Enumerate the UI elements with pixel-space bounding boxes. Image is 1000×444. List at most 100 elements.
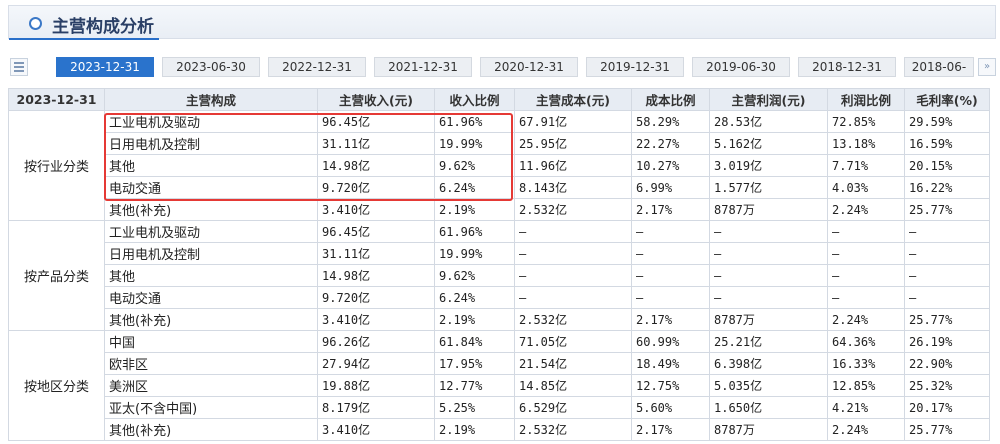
table-row: 亚太(不含中国) 8.179亿 5.25% 6.529亿 5.60% 1.650亿 4.21… [9, 396, 990, 419]
tab-period[interactable]: 2019-12-31 [586, 57, 684, 77]
value-cell: 8787万 [709, 198, 828, 221]
value-cell: 72.85% [827, 110, 905, 133]
value-cell: 19.88亿 [317, 374, 435, 397]
value-cell: 19.99% [434, 242, 515, 265]
title-underline [9, 38, 159, 40]
value-cell: — [904, 242, 990, 265]
value-cell: 16.33% [827, 352, 905, 375]
value-cell: 2.17% [631, 418, 710, 441]
value-cell: 5.162亿 [709, 132, 828, 155]
table-row: 其他(补充) 3.410亿 2.19% 2.532亿 2.17% 8787万 2.24% 25… [9, 308, 990, 331]
next-page-icon[interactable]: » [978, 58, 996, 76]
column-header: 主营构成 [104, 88, 318, 111]
composition-cell: 电动交通 [104, 176, 318, 199]
value-cell: 4.21% [827, 396, 905, 419]
column-header: 收入比例 [434, 88, 515, 111]
value-cell: 2.24% [827, 418, 905, 441]
period-tabbar: 2023-12-31 2023-06-30 2022-12-31 2021-12-31… [8, 55, 996, 80]
value-cell: — [709, 242, 828, 265]
value-cell: 27.94亿 [317, 352, 435, 375]
value-cell: 96.45亿 [317, 110, 435, 133]
table-row: 其他(补充) 3.410亿 2.19% 2.532亿 2.17% 8787万 2.24% 25… [9, 418, 990, 441]
value-cell: 12.77% [434, 374, 515, 397]
table-row: 日用电机及控制 31.11亿 19.99% — — — — — [9, 242, 990, 265]
value-cell: 4.03% [827, 176, 905, 199]
section-header: 主营构成分析 [8, 5, 996, 40]
value-cell: 3.410亿 [317, 308, 435, 331]
list-view-icon[interactable] [10, 58, 28, 76]
value-cell: 58.29% [631, 110, 710, 133]
tab-period[interactable]: 2021-12-31 [374, 57, 472, 77]
value-cell: 31.11亿 [317, 242, 435, 265]
value-cell: 60.99% [631, 330, 710, 353]
tab-period[interactable]: 2022-12-31 [268, 57, 366, 77]
value-cell: 21.54亿 [514, 352, 632, 375]
value-cell: 11.96亿 [514, 154, 632, 177]
composition-cell: 其他 [104, 264, 318, 287]
value-cell: 96.26亿 [317, 330, 435, 353]
table-row: 其他(补充) 3.410亿 2.19% 2.532亿 2.17% 8787万 2.24% 25… [9, 198, 990, 221]
value-cell: 61.96% [434, 110, 515, 133]
value-cell: 17.95% [434, 352, 515, 375]
column-header: 主营收入(元) [317, 88, 435, 111]
value-cell: — [827, 220, 905, 243]
column-header: 主营成本(元) [514, 88, 632, 111]
value-cell: 67.91亿 [514, 110, 632, 133]
composition-cell: 亚太(不含中国) [104, 396, 318, 419]
value-cell: 2.532亿 [514, 198, 632, 221]
value-cell: 3.019亿 [709, 154, 828, 177]
value-cell: — [904, 286, 990, 309]
tab-period[interactable]: 2023-06-30 [162, 57, 260, 77]
tab-period[interactable]: 2018-06- [904, 57, 974, 77]
value-cell: — [514, 264, 632, 287]
value-cell: 64.36% [827, 330, 905, 353]
composition-cell: 欧非区 [104, 352, 318, 375]
composition-cell: 电动交通 [104, 286, 318, 309]
value-cell: 25.95亿 [514, 132, 632, 155]
value-cell: 71.05亿 [514, 330, 632, 353]
value-cell: — [827, 286, 905, 309]
value-cell: 3.410亿 [317, 198, 435, 221]
value-cell: 18.49% [631, 352, 710, 375]
value-cell: 10.27% [631, 154, 710, 177]
value-cell: — [514, 286, 632, 309]
main-composition-table: 2023-12-31 主营构成 主营收入(元) 收入比例 主营成本(元) 成本比例 主营利润… [8, 88, 990, 441]
value-cell: 2.17% [631, 198, 710, 221]
table-row: 其他 14.98亿 9.62% 11.96亿 10.27% 3.019亿 7.71% 20.1… [9, 154, 990, 177]
tab-period[interactable]: 2018-12-31 [798, 57, 896, 77]
section-title: 主营构成分析 [52, 17, 154, 37]
value-cell: 22.90% [904, 352, 990, 375]
tab-period[interactable]: 2023-12-31 [56, 57, 154, 77]
value-cell: — [827, 242, 905, 265]
composition-cell: 其他(补充) [104, 198, 318, 221]
value-cell: 14.98亿 [317, 154, 435, 177]
tab-period[interactable]: 2019-06-30 [692, 57, 790, 77]
circle-bullet-icon [29, 17, 42, 30]
tab-period[interactable]: 2020-12-31 [480, 57, 578, 77]
value-cell: 19.99% [434, 132, 515, 155]
category-cell: 按地区分类 [8, 330, 105, 441]
value-cell: 13.18% [827, 132, 905, 155]
value-cell: — [631, 264, 710, 287]
value-cell: 25.21亿 [709, 330, 828, 353]
value-cell: 2.19% [434, 198, 515, 221]
value-cell: 8.143亿 [514, 176, 632, 199]
composition-cell: 其他(补充) [104, 308, 318, 331]
value-cell: 8787万 [709, 418, 828, 441]
table-row: 美洲区 19.88亿 12.77% 14.85亿 12.75% 5.035亿 12.85% 2… [9, 374, 990, 397]
value-cell: — [514, 242, 632, 265]
value-cell: 6.24% [434, 176, 515, 199]
value-cell: 61.84% [434, 330, 515, 353]
value-cell: — [904, 264, 990, 287]
value-cell: 5.035亿 [709, 374, 828, 397]
value-cell: 12.85% [827, 374, 905, 397]
table-row: 其他 14.98亿 9.62% — — — — — [9, 264, 990, 287]
composition-cell: 美洲区 [104, 374, 318, 397]
value-cell: 2.17% [631, 308, 710, 331]
column-header: 毛利率(%) [904, 88, 990, 111]
value-cell: 6.99% [631, 176, 710, 199]
column-header: 主营利润(元) [709, 88, 828, 111]
value-cell: 25.77% [904, 308, 990, 331]
value-cell: 31.11亿 [317, 132, 435, 155]
value-cell: 9.62% [434, 154, 515, 177]
